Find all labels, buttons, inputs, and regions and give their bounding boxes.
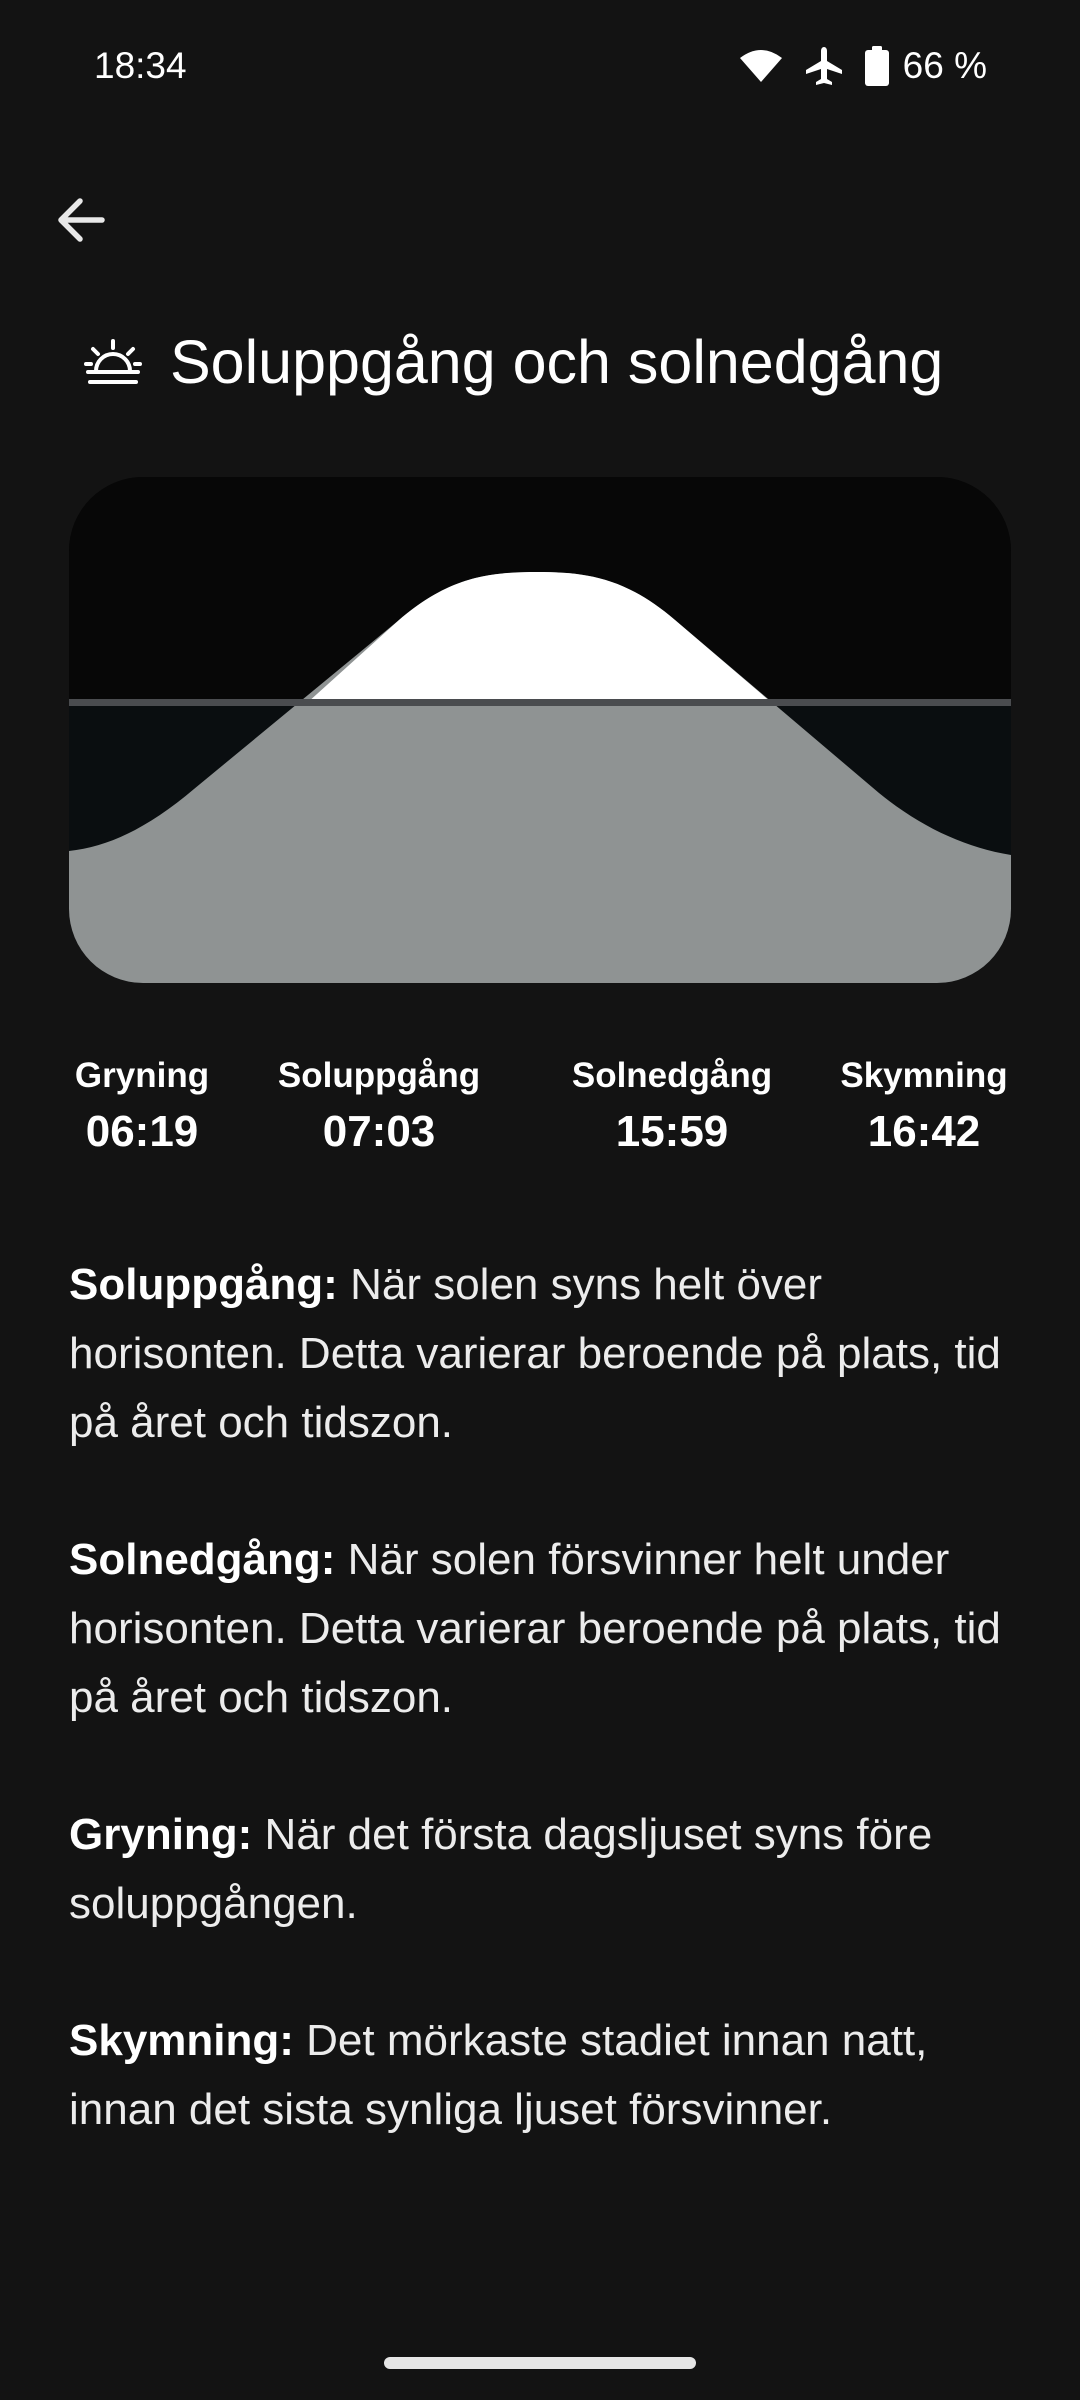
airplane-icon — [805, 47, 842, 85]
status-icons: 66 % — [739, 44, 987, 88]
sunset-time: Solnedgång 15:59 — [552, 1050, 792, 1162]
sunrise-time: Soluppgång 07:03 — [259, 1050, 499, 1162]
battery-icon — [864, 46, 889, 86]
times-row: Gryning 06:19 Soluppgång 07:03 Solnedgån… — [0, 1050, 1080, 1170]
description-term: Solnedgång: — [69, 1535, 336, 1584]
sunset-value: 15:59 — [615, 1107, 729, 1156]
sunrise-icon — [84, 339, 142, 384]
dusk-time: Skymning 16:42 — [804, 1050, 1044, 1162]
description-sunrise: Soluppgång: När solen syns helt över hor… — [69, 1250, 1019, 1457]
status-time: 18:34 — [94, 45, 187, 86]
description-dawn: Gryning: När det första dagsljuset syns … — [69, 1800, 1019, 1938]
horizon-line — [69, 699, 1011, 706]
battery-percentage: 66 % — [902, 45, 987, 86]
dawn-value: 06:19 — [85, 1107, 199, 1156]
status-bar: 18:34 66 % — [0, 0, 1080, 135]
description-sunset: Solnedgång: När solen försvinner helt un… — [69, 1525, 1019, 1732]
daylight-chart — [69, 477, 1011, 983]
title-row: Soluppgång och solnedgång — [84, 320, 943, 404]
back-button[interactable] — [44, 184, 116, 256]
wifi-icon — [739, 50, 782, 82]
dawn-time: Gryning 06:19 — [22, 1050, 262, 1162]
descriptions: Soluppgång: När solen syns helt över hor… — [69, 1250, 1019, 2212]
dusk-value: 16:42 — [867, 1107, 981, 1156]
description-dusk: Skymning: Det mörkaste stadiet innan nat… — [69, 2006, 1019, 2144]
gesture-nav-handle[interactable] — [384, 2357, 696, 2369]
dusk-label: Skymning — [840, 1056, 1008, 1095]
description-term: Gryning: — [69, 1810, 253, 1859]
arrow-back-icon — [58, 198, 105, 242]
daylight-chart-svg — [69, 477, 1011, 983]
sunrise-value: 07:03 — [322, 1107, 436, 1156]
page-title: Soluppgång och solnedgång — [170, 328, 944, 396]
sunset-label: Solnedgång — [571, 1056, 773, 1095]
description-term: Soluppgång: — [69, 1260, 338, 1309]
description-term: Skymning: — [69, 2016, 294, 2065]
sunrise-label: Soluppgång — [277, 1056, 481, 1095]
dawn-label: Gryning — [74, 1056, 210, 1095]
